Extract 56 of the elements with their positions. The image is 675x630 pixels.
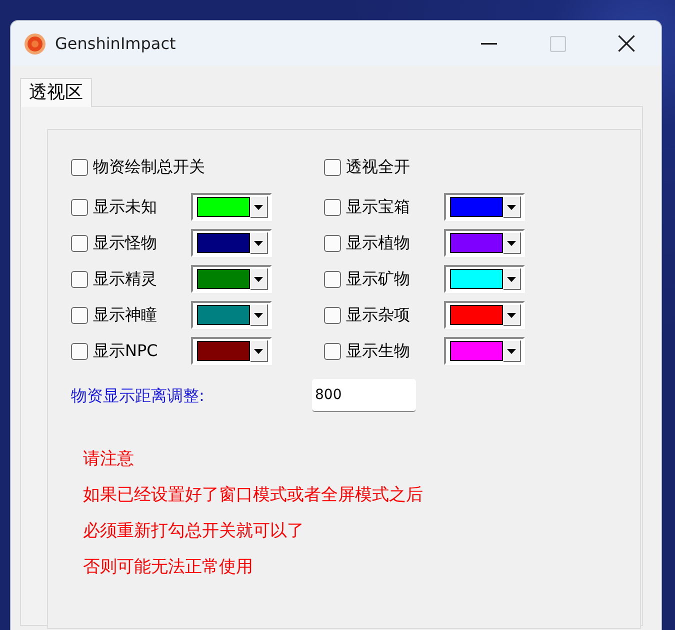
app-icon	[24, 32, 46, 54]
color-dropdown[interactable]	[444, 301, 525, 329]
color-dropdown[interactable]	[191, 301, 272, 329]
checkbox-label: 透视全开	[346, 156, 410, 178]
checkbox[interactable]	[71, 234, 88, 252]
warning-text: 否则可能无法正常使用	[83, 556, 254, 579]
color-dropdown[interactable]	[444, 193, 525, 221]
checkbox[interactable]	[324, 342, 341, 360]
checkbox-label: 显示精灵	[93, 268, 157, 290]
checkbox[interactable]	[71, 270, 88, 288]
checkbox-label: 显示杂项	[346, 304, 410, 326]
checkbox[interactable]	[324, 234, 341, 252]
checkbox[interactable]	[324, 270, 341, 288]
caret-icon	[507, 276, 516, 282]
color-dropdown[interactable]	[444, 265, 525, 293]
checkbox-label: 显示矿物	[346, 268, 410, 290]
caret-icon	[254, 348, 264, 354]
checkbox[interactable]	[324, 198, 341, 216]
checkbox[interactable]	[324, 158, 341, 176]
checkbox[interactable]	[71, 342, 88, 360]
warning-text: 如果已经设置好了窗口模式或者全屏模式之后	[83, 484, 424, 507]
warning-text: 请注意	[83, 448, 135, 471]
warning-text: 必须重新打勾总开关就可以了	[83, 520, 305, 543]
checkbox-label: 显示生物	[346, 340, 410, 362]
caret-icon	[254, 276, 264, 282]
checkbox-label: 显示未知	[93, 196, 157, 218]
window-title: GenshinImpact	[55, 32, 176, 54]
checkbox-label: 显示植物	[346, 232, 410, 254]
color-dropdown[interactable]	[444, 229, 525, 257]
distance-input[interactable]: 800	[312, 379, 416, 412]
caret-icon	[254, 204, 264, 210]
caret-icon	[507, 240, 516, 246]
color-dropdown[interactable]	[191, 337, 272, 365]
checkbox-label: 显示宝箱	[346, 196, 410, 218]
caret-icon	[507, 204, 516, 210]
tab[interactable]: 透视区	[20, 78, 92, 107]
caret-icon	[507, 348, 516, 354]
caret-icon	[254, 312, 264, 318]
checkbox[interactable]	[71, 306, 88, 324]
checkbox[interactable]	[324, 306, 341, 324]
distance-label: 物资显示距离调整:	[71, 384, 206, 406]
caret-icon	[507, 312, 516, 318]
color-dropdown[interactable]	[191, 265, 272, 293]
color-dropdown[interactable]	[191, 193, 272, 221]
checkbox[interactable]	[71, 198, 88, 216]
checkbox-label: 显示怪物	[93, 232, 157, 254]
checkbox-label: 物资绘制总开关	[93, 156, 205, 178]
color-dropdown[interactable]	[191, 229, 272, 257]
checkbox-label: 显示神瞳	[93, 304, 157, 326]
color-dropdown[interactable]	[444, 337, 525, 365]
checkbox[interactable]	[71, 158, 88, 176]
maximize-icon	[550, 36, 566, 52]
close-icon	[618, 35, 635, 52]
minimize-icon	[480, 42, 496, 44]
checkbox-label: 显示NPC	[93, 340, 158, 362]
caret-icon	[254, 240, 264, 246]
